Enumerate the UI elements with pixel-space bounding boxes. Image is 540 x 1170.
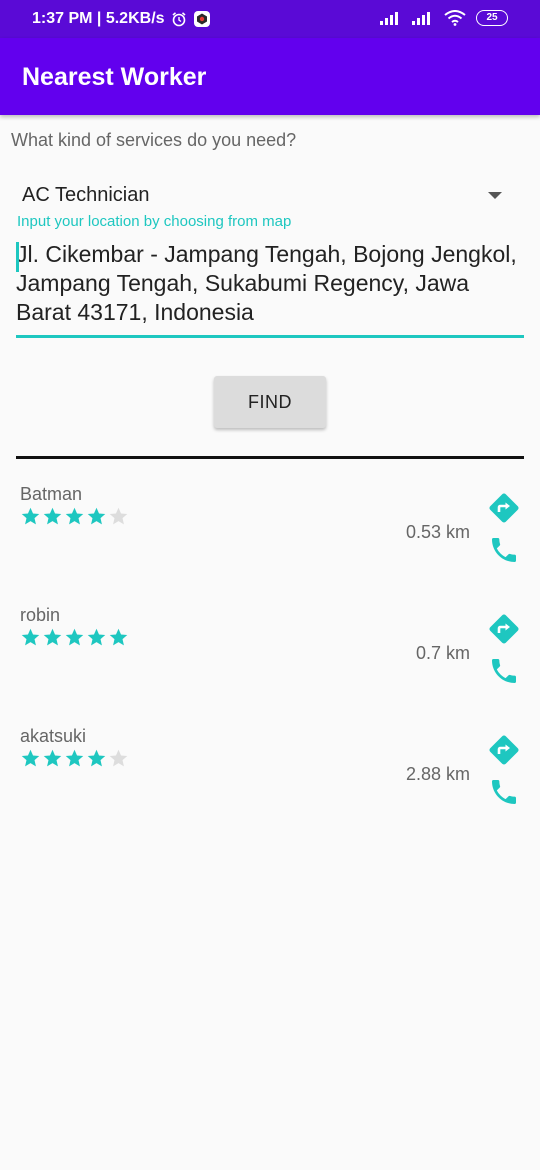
chevron-down-icon [488, 192, 502, 199]
star-empty-icon [109, 507, 128, 525]
worker-row[interactable]: Batman 0.53 km [0, 484, 540, 594]
app-bar: Nearest Worker [0, 38, 540, 115]
app-notification-icon [193, 11, 210, 27]
status-right: 25 [380, 10, 508, 26]
signal-icon [380, 12, 398, 25]
star-filled-icon [87, 749, 106, 767]
worker-name: robin [20, 605, 61, 625]
star-filled-icon [21, 749, 40, 767]
star-filled-icon [87, 628, 106, 646]
star-filled-icon [43, 628, 62, 646]
worker-row[interactable]: akatsuki 2.88 km [0, 726, 540, 836]
rating-stars [20, 506, 129, 527]
alarm-icon [172, 12, 186, 27]
status-bar: 1:37 PM | 5.2KB/s 25 [0, 0, 540, 38]
star-filled-icon [43, 749, 62, 767]
location-input-value: Jl. Cikembar - Jampang Tengah, Bojong Je… [16, 241, 517, 325]
worker-name: akatsuki [20, 726, 87, 746]
find-button[interactable]: FIND [214, 376, 326, 428]
star-filled-icon [65, 507, 84, 525]
directions-icon[interactable] [488, 613, 520, 645]
phone-icon[interactable] [488, 534, 520, 566]
phone-icon[interactable] [488, 655, 520, 687]
star-filled-icon [65, 628, 84, 646]
star-filled-icon [21, 507, 40, 525]
star-filled-icon [43, 507, 62, 525]
rating-stars [20, 748, 129, 769]
worker-distance: 0.53 km [405, 522, 470, 542]
service-spinner[interactable]: AC Technician [16, 180, 524, 212]
directions-icon[interactable] [488, 734, 520, 766]
worker-name: Batman [20, 484, 83, 504]
service-question-label: What kind of services do you need? [11, 130, 297, 150]
wifi-icon [444, 10, 466, 26]
worker-row[interactable]: robin 0.7 km [0, 605, 540, 715]
results-divider [16, 456, 524, 459]
star-empty-icon [109, 749, 128, 767]
location-hint: Input your location by choosing from map [17, 213, 292, 230]
rating-stars [20, 627, 129, 648]
worker-distance: 0.7 km [415, 643, 470, 663]
battery-indicator: 25 [476, 10, 508, 26]
star-filled-icon [109, 628, 128, 646]
status-time-speed: 1:37 PM | 5.2KB/s [32, 10, 165, 27]
star-filled-icon [21, 628, 40, 646]
app-title: Nearest Worker [22, 63, 207, 91]
worker-distance: 2.88 km [405, 764, 470, 784]
directions-icon[interactable] [488, 492, 520, 524]
phone-icon[interactable] [488, 776, 520, 808]
location-input-underline [16, 335, 524, 338]
location-input[interactable]: Jl. Cikembar - Jampang Tengah, Bojong Je… [16, 240, 524, 338]
signal-icon-2 [412, 12, 430, 25]
star-filled-icon [87, 507, 106, 525]
status-left: 1:37 PM | 5.2KB/s [32, 10, 211, 28]
text-cursor [16, 242, 19, 272]
star-filled-icon [65, 749, 84, 767]
service-spinner-value: AC Technician [22, 184, 150, 206]
